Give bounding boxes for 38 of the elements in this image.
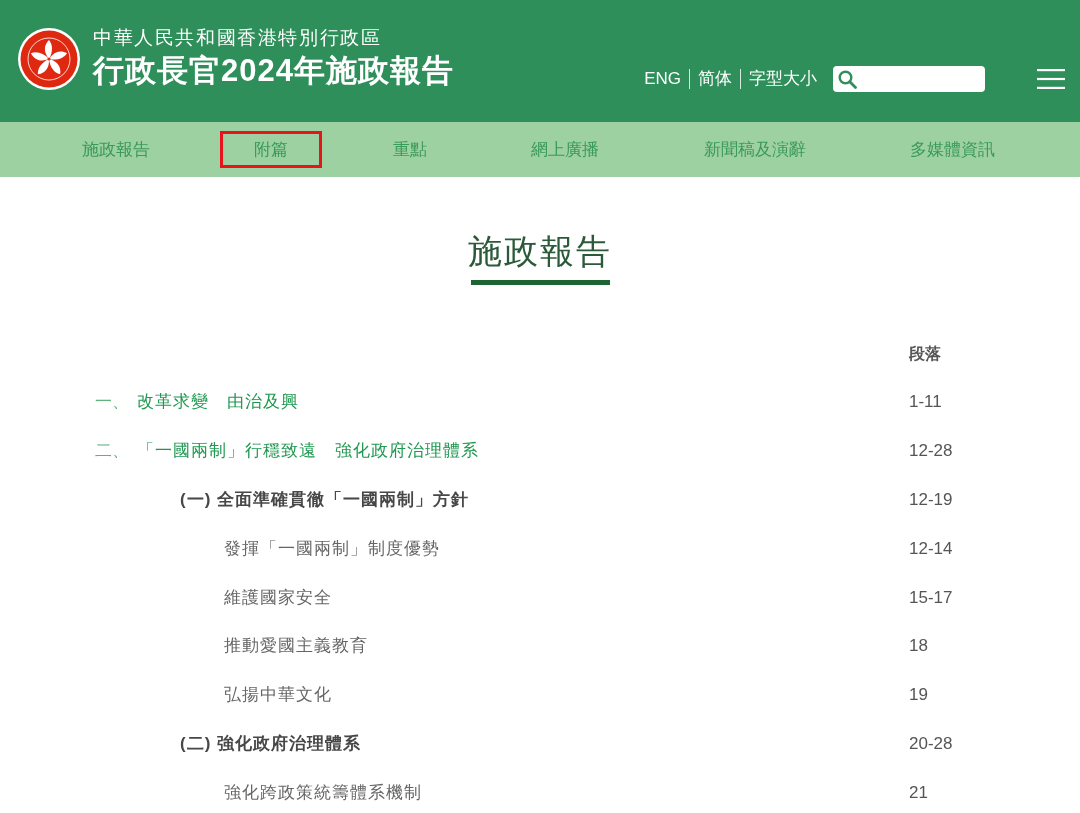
paragraph-range: 21 (909, 781, 929, 804)
topic-title[interactable]: 發揮「一國兩制」制度優勢 (224, 535, 440, 562)
language-link[interactable]: ENG (644, 69, 689, 89)
topic-title[interactable]: 推動愛國主義教育 (224, 633, 368, 659)
nav-link[interactable]: 施政報告 (48, 131, 184, 168)
topic-title[interactable]: 弘揚中華文化 (224, 682, 332, 708)
paragraph-range: 12-28 (909, 440, 954, 463)
paragraph-range: 20-28 (909, 733, 954, 755)
flower-emblem-icon (18, 28, 80, 90)
nav-link[interactable]: 多媒體資訊 (875, 131, 1029, 168)
topic-title[interactable]: 強化跨政策統籌體系機制 (224, 779, 422, 806)
menu-icon (1037, 69, 1065, 89)
topic-title[interactable]: 維護國家安全 (224, 584, 332, 611)
search-field[interactable] (833, 66, 985, 92)
language-link[interactable]: 简体 (689, 69, 740, 89)
site-title: 行政長官2024年施政報告 (93, 53, 454, 89)
paragraph-range: 12-19 (909, 489, 954, 512)
paragraph-range: 15-17 (909, 586, 954, 609)
nav-link[interactable]: 附篇 (220, 131, 323, 168)
nav-link[interactable]: 網上廣播 (497, 131, 634, 168)
header-subtitle: 中華人民共和國香港特別行政區 (93, 27, 383, 49)
nav-link[interactable]: 新聞稿及演辭 (669, 131, 840, 168)
language-link[interactable]: 字型大小 (740, 69, 817, 89)
section-title[interactable]: 改革求變 由治及興 (137, 389, 299, 415)
section-number: 二、 (95, 440, 130, 463)
subsection-title[interactable]: (一) 全面準確貫徹「一國兩制」方針 (180, 487, 470, 513)
paragraph-range: 1-11 (909, 391, 943, 414)
paragraph-range: 12-14 (909, 537, 954, 560)
page-title: 施政報告 (468, 231, 612, 271)
subsection-title[interactable]: (二) 強化政府治理體系 (180, 731, 362, 757)
section-number: 一、 (95, 391, 130, 414)
menu-button[interactable] (1037, 68, 1065, 90)
search-icon (838, 69, 857, 89)
paragraph-range: 18 (909, 635, 929, 658)
paragraph-range: 19 (909, 684, 929, 707)
nav-link[interactable]: 重點 (358, 131, 461, 168)
column-header: 段落 (909, 343, 942, 364)
section-title[interactable]: 「一國兩制」行穩致遠 強化政府治理體系 (137, 438, 479, 464)
